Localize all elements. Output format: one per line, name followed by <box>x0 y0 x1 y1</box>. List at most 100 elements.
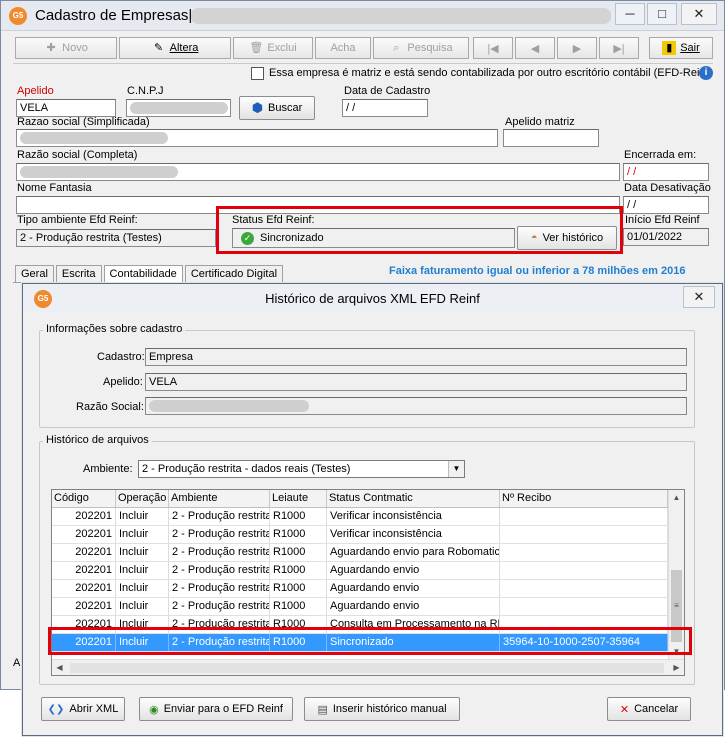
col-codigo[interactable]: Código <box>52 490 116 507</box>
cell-codigo: 202201 <box>52 580 116 597</box>
apelido-matriz-input[interactable] <box>503 129 599 147</box>
ambiente-selected-value: 2 - Produção restrita - dados reais (Tes… <box>142 463 351 475</box>
sair-button[interactable]: ▮ Sair <box>649 37 713 59</box>
main-window-title: Cadastro de Empresas| <box>35 7 193 24</box>
close-window-button[interactable]: ✕ <box>681 3 717 25</box>
dialog-close-button[interactable]: ✕ <box>683 286 715 308</box>
table-row[interactable]: 202201 Incluir 2 - Produção restrita R1000 V… <box>52 508 668 526</box>
pesquisa-button[interactable]: ⌕ Pesquisa <box>373 37 469 59</box>
cell-operacao: Incluir <box>116 580 169 597</box>
history-icon: ◓ <box>530 232 538 244</box>
table-row[interactable]: 202201 Incluir 2 - Produção restrita R1000 V… <box>52 526 668 544</box>
tab-geral[interactable]: Geral <box>15 265 54 283</box>
historico-group-title: Histórico de arquivos <box>43 434 152 446</box>
table-row[interactable]: 202201 Incluir 2 - Produção restrita R1000 A… <box>52 580 668 598</box>
dialog-title-bar: G5 Histórico de arquivos XML EFD Reinf ✕ <box>23 284 722 313</box>
tab-escrita[interactable]: Escrita <box>55 265 102 283</box>
col-ambiente[interactable]: Ambiente <box>169 490 270 507</box>
redacted-title-text <box>191 8 611 24</box>
abrir-xml-label: Abrir XML <box>69 703 119 715</box>
cell-recibo <box>500 562 668 579</box>
inicio-efd-label: Início Efd Reinf <box>625 214 700 226</box>
table-row[interactable]: 202201 Incluir 2 - Produção restrita R1000 A… <box>52 562 668 580</box>
chevron-down-icon[interactable]: ▼ <box>448 461 464 477</box>
encerrada-label: Encerrada em: <box>624 149 697 161</box>
ambiente-select[interactable]: 2 - Produção restrita - dados reais (Tes… <box>138 460 465 478</box>
scroll-left-icon[interactable]: ◀ <box>52 660 67 675</box>
table-row[interactable]: 202201 Incluir 2 - Produção restrita R1000 A… <box>52 598 668 616</box>
razao-simplificada-input[interactable] <box>16 129 498 147</box>
grid-header: Código Operação Ambiente Leiaute Status … <box>52 490 668 508</box>
prev-record-button[interactable]: ◀ <box>515 37 555 59</box>
cell-leiaute: R1000 <box>270 580 327 597</box>
pesquisa-label: Pesquisa <box>407 42 453 54</box>
col-operacao[interactable]: Operação <box>116 490 169 507</box>
inserir-historico-button[interactable]: ▤ Inserir histórico manual <box>304 697 460 721</box>
abrir-xml-button[interactable]: ❮❯ Abrir XML <box>41 697 125 721</box>
status-efd-label: Status Efd Reinf: <box>232 214 315 226</box>
ver-historico-button[interactable]: ◓ Ver histórico <box>517 226 617 250</box>
info-cadastro-group-title: Informações sobre cadastro <box>43 323 186 335</box>
tipo-ambiente-label: Tipo ambiente Efd Reinf: <box>17 214 138 226</box>
tipo-ambiente-field: 2 - Produção restrita (Testes) <box>16 229 216 247</box>
table-row[interactable]: 202201 Incluir 2 - Produção restrita R1000 A… <box>52 544 668 562</box>
matriz-checkbox[interactable] <box>251 67 264 80</box>
cell-ambiente: 2 - Produção restrita <box>169 562 270 579</box>
acha-button[interactable]: Acha <box>315 37 371 59</box>
exclui-button[interactable]: 🗑 Exclui <box>233 37 313 59</box>
first-icon: |◀ <box>487 42 499 55</box>
cnpj-input[interactable] <box>126 99 231 117</box>
data-desativacao-input[interactable]: / / <box>623 196 709 214</box>
selected-row-highlight-box <box>48 627 692 655</box>
novo-button[interactable]: ✚ Novo <box>15 37 117 59</box>
last-icon: ▶| <box>613 42 625 55</box>
tab-contabilidade[interactable]: Contabilidade <box>103 265 183 283</box>
encerrada-input[interactable]: / / <box>623 163 709 181</box>
enviar-label: Enviar para o EFD Reinf <box>163 703 283 715</box>
grid-horizontal-scrollbar[interactable]: ◀ ▶ <box>52 659 684 675</box>
razao-social-field <box>145 397 687 415</box>
xml-file-icon: ❮❯ <box>47 703 65 715</box>
minimize-button[interactable]: ─ <box>615 3 645 25</box>
acha-label: Acha <box>330 42 356 54</box>
cell-status: Verificar inconsistência <box>327 508 500 525</box>
cadastro-field: Empresa <box>145 348 687 366</box>
h-scroll-track[interactable] <box>70 663 664 673</box>
ver-historico-label: Ver histórico <box>542 232 604 244</box>
sair-label: Sair <box>680 42 700 54</box>
historico-xml-dialog: G5 Histórico de arquivos XML EFD Reinf ✕… <box>22 283 723 736</box>
cell-status: Aguardando envio <box>327 562 500 579</box>
tab-certificado-digital[interactable]: Certificado Digital <box>184 265 284 283</box>
data-desativacao-label: Data Desativação <box>624 182 711 194</box>
next-record-button[interactable]: ▶ <box>557 37 597 59</box>
binoculars-icon: ⌕ <box>393 42 400 54</box>
cell-leiaute: R1000 <box>270 508 327 525</box>
razao-simplificada-label: Razao social (Simplificada) <box>17 116 150 128</box>
next-icon: ▶ <box>572 42 582 55</box>
cell-leiaute: R1000 <box>270 526 327 543</box>
col-leiaute[interactable]: Leiaute <box>270 490 327 507</box>
enviar-efd-button[interactable]: ◉ Enviar para o EFD Reinf <box>139 697 293 721</box>
scroll-right-icon[interactable]: ▶ <box>669 660 684 675</box>
buscar-button[interactable]: ⬢ Buscar <box>239 96 315 120</box>
cell-leiaute: R1000 <box>270 598 327 615</box>
altera-button[interactable]: ✎ Altera <box>119 37 231 59</box>
scroll-up-icon[interactable]: ▲ <box>669 490 684 505</box>
data-cadastro-input[interactable]: / / <box>342 99 428 117</box>
cell-codigo: 202201 <box>52 562 116 579</box>
close-x-icon: ✕ <box>619 703 630 716</box>
cell-ambiente: 2 - Produção restrita <box>169 544 270 561</box>
first-record-button[interactable]: |◀ <box>473 37 513 59</box>
razao-completa-label: Razão social (Completa) <box>17 149 138 161</box>
exclui-label: Exclui <box>267 42 297 54</box>
exit-door-icon: ▮ <box>662 41 677 55</box>
razao-completa-input[interactable] <box>16 163 620 181</box>
col-status[interactable]: Status Contmatic <box>327 490 500 507</box>
cancelar-button[interactable]: ✕ Cancelar <box>607 697 691 721</box>
maximize-button[interactable]: □ <box>647 3 677 25</box>
info-icon[interactable]: i <box>699 66 713 80</box>
last-record-button[interactable]: ▶| <box>599 37 639 59</box>
apelido-input[interactable]: VELA <box>16 99 116 117</box>
trash-icon: 🗑 <box>249 42 264 54</box>
col-recibo[interactable]: Nº Recibo <box>500 490 668 507</box>
